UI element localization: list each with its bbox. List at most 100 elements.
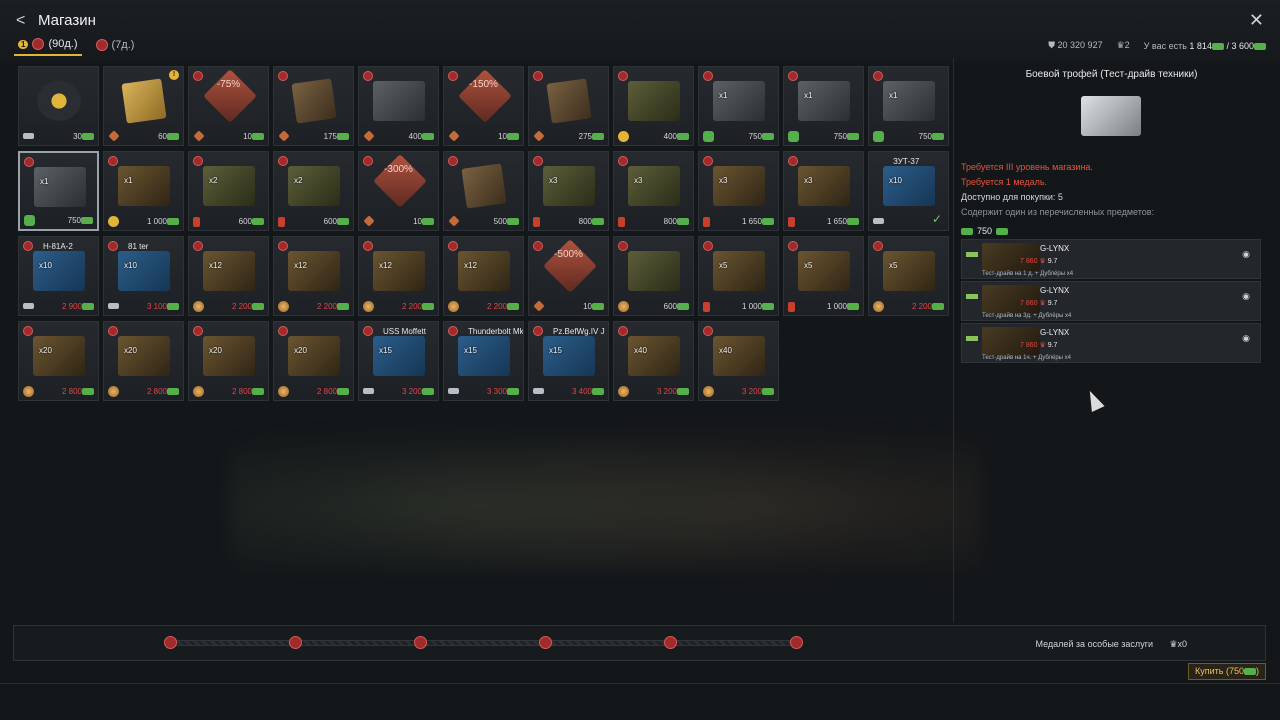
shop-item[interactable]: 500 xyxy=(443,151,524,231)
shop-item[interactable]: x5 1 000 xyxy=(698,236,779,316)
shop-item[interactable]: x12 2 200 xyxy=(358,236,439,316)
plane-icon xyxy=(108,303,119,309)
shop-item[interactable]: 175 xyxy=(273,66,354,146)
coin-icon xyxy=(278,386,289,397)
buy-button[interactable]: Купить (750) xyxy=(1188,663,1266,680)
flag-icon xyxy=(533,217,540,227)
progress-node xyxy=(539,636,552,649)
eye-icon[interactable]: ◉ xyxy=(1242,333,1250,344)
shop-item[interactable]: -500% 10 xyxy=(528,236,609,316)
shop-item[interactable]: x1 750 xyxy=(783,66,864,146)
item-price: 800 xyxy=(579,217,604,226)
shop-item[interactable]: ЗУТ-37 x10 ✓ xyxy=(868,151,949,231)
shop-item[interactable]: 30 xyxy=(18,66,99,146)
box-brown-image: x12 xyxy=(458,251,510,291)
shop-item[interactable]: 400 xyxy=(613,66,694,146)
ge-icon xyxy=(592,303,604,311)
alert-icon: ! xyxy=(169,70,179,80)
price-value: 10 xyxy=(498,132,507,141)
tab-90d[interactable]: 1 (90д.) xyxy=(14,38,82,56)
shop-item[interactable]: H-81A-2 x10 2 900 xyxy=(18,236,99,316)
shop-item[interactable]: USS Moffett x15 3 200 xyxy=(358,321,439,401)
lock-medal-icon xyxy=(193,156,203,166)
item-name: Thunderbolt Mk.1 xyxy=(468,327,524,336)
item-price: 800 xyxy=(664,217,689,226)
chest-icon xyxy=(1081,96,1141,136)
shop-item[interactable]: x3 800 xyxy=(613,151,694,231)
shop-item[interactable]: x3 800 xyxy=(528,151,609,231)
shop-item[interactable]: Thunderbolt Mk.1 x15 3 300 xyxy=(443,321,524,401)
shop-item[interactable]: 275 xyxy=(528,66,609,146)
item-price: 400 xyxy=(664,132,689,141)
shop-item[interactable]: ! 60 xyxy=(103,66,184,146)
flag-icon xyxy=(788,217,795,227)
shop-item[interactable]: 81 ter x10 3 100 xyxy=(103,236,184,316)
close-button[interactable]: ✕ xyxy=(1249,10,1264,31)
shop-item[interactable]: x1 750 xyxy=(868,66,949,146)
shop-item[interactable]: 400 xyxy=(358,66,439,146)
tab-7d[interactable]: (7д.) xyxy=(92,38,139,56)
shop-item[interactable]: x1 750 xyxy=(698,66,779,146)
ge-icon xyxy=(677,388,689,396)
shop-item[interactable]: -300% 10 xyxy=(358,151,439,231)
box-brown-image: x40 xyxy=(628,336,680,376)
shop-item[interactable]: x3 1 650 xyxy=(698,151,779,231)
price-value: 2 200 xyxy=(911,302,932,311)
shop-item[interactable]: x20 2 800 xyxy=(103,321,184,401)
item-price: 3 100 xyxy=(147,302,179,311)
shop-item[interactable]: x12 2 200 xyxy=(273,236,354,316)
discount-label: -300% xyxy=(384,164,413,175)
shop-item[interactable]: x40 3 200 xyxy=(613,321,694,401)
tab-label: (90д.) xyxy=(48,38,78,50)
reward-row[interactable]: G-LYNX 7 860 ♛ 9.7 Тест-драйв на 1 д. + Ду… xyxy=(961,239,1261,279)
shop-item[interactable]: -75% 10 xyxy=(188,66,269,146)
rank-icon xyxy=(278,130,290,142)
discount-label: -500% xyxy=(554,249,583,260)
lock-medal-icon xyxy=(278,241,288,251)
rank-icon xyxy=(448,215,460,227)
shop-item[interactable]: 600 xyxy=(613,236,694,316)
box-brown-image: x12 xyxy=(288,251,340,291)
multiplier: x3 xyxy=(549,176,558,185)
shop-item[interactable]: -150% 10 xyxy=(443,66,524,146)
shop-item[interactable]: x12 2 200 xyxy=(188,236,269,316)
lock-medal-icon xyxy=(618,326,628,336)
shop-item[interactable]: x20 2 800 xyxy=(18,321,99,401)
lock-medal-icon xyxy=(788,71,798,81)
price-value: 10 xyxy=(243,132,252,141)
shop-item[interactable]: x40 3 200 xyxy=(698,321,779,401)
reward-row[interactable]: G-LYNX 7 860 ♛ 9.7 Тест-драйв на 3д. + Дуб… xyxy=(961,281,1261,321)
box-olive-image: x2 xyxy=(288,166,340,206)
box-grey-image xyxy=(373,81,425,121)
blueprint-image: x10 xyxy=(118,251,170,291)
star-icon xyxy=(108,216,119,227)
shop-item[interactable]: x2 600 xyxy=(273,151,354,231)
shop-item[interactable]: x1 750 xyxy=(18,151,99,231)
ge-icon xyxy=(847,218,859,226)
eye-icon[interactable]: ◉ xyxy=(1242,249,1250,260)
price-value: 3 300 xyxy=(486,387,507,396)
eye-icon[interactable]: ◉ xyxy=(1242,291,1250,302)
multiplier: x15 xyxy=(379,346,392,355)
lock-medal-icon xyxy=(788,241,798,251)
shop-item[interactable]: x20 2 800 xyxy=(273,321,354,401)
coin-icon xyxy=(363,301,374,312)
shop-item[interactable]: x5 2 200 xyxy=(868,236,949,316)
reward-row[interactable]: G-LYNX 7 860 ♛ 9.7 Тест-драйв на 1ч. + Дуб… xyxy=(961,323,1261,363)
shop-item[interactable]: x20 2 800 xyxy=(188,321,269,401)
lock-medal-icon xyxy=(448,326,458,336)
shop-item[interactable]: Pz.BefWg.IV J x15 3 400 xyxy=(528,321,609,401)
shop-item[interactable]: x3 1 650 xyxy=(783,151,864,231)
shop-item[interactable]: x12 2 200 xyxy=(443,236,524,316)
shop-item[interactable]: x1 1 000 xyxy=(103,151,184,231)
price-value: 750 xyxy=(918,132,932,141)
blueprint-image: x15 xyxy=(543,336,595,376)
ge-icon xyxy=(167,303,179,311)
detail-price: 750 xyxy=(961,226,1009,236)
back-button[interactable]: < xyxy=(16,12,25,30)
item-name: Pz.BefWg.IV J xyxy=(553,327,605,336)
rank-icon xyxy=(448,130,460,142)
shop-item[interactable]: x5 1 000 xyxy=(783,236,864,316)
lock-medal-icon xyxy=(24,157,34,167)
shop-item[interactable]: x2 600 xyxy=(188,151,269,231)
